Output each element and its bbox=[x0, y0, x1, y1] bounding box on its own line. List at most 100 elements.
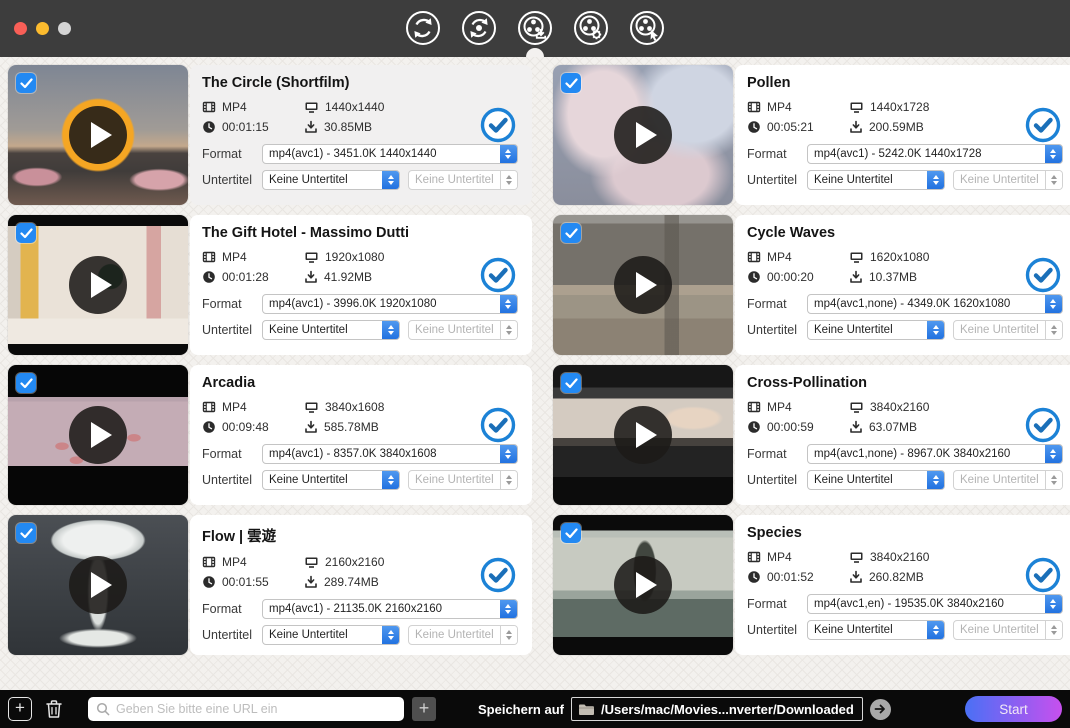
format-select[interactable]: mp4(avc1,none) - 8967.0K 3840x2160 bbox=[807, 444, 1063, 464]
subtitle-select[interactable]: Keine Untertitel bbox=[807, 320, 945, 340]
format-select[interactable]: mp4(avc1) - 21135.0K 2160x2160 bbox=[262, 599, 518, 619]
format-row: Format mp4(avc1) - 3451.0K 1440x1440 bbox=[202, 144, 518, 164]
video-thumbnail[interactable] bbox=[8, 215, 188, 355]
format-label: Format bbox=[202, 447, 262, 461]
subtitle-select[interactable]: Keine Untertitel bbox=[807, 170, 945, 190]
stepper-icon bbox=[927, 171, 944, 189]
format-select[interactable]: mp4(avc1) - 8357.0K 3840x1608 bbox=[262, 444, 518, 464]
selected-checkbox[interactable] bbox=[16, 373, 36, 393]
selected-checkbox[interactable] bbox=[16, 223, 36, 243]
play-button[interactable] bbox=[69, 406, 127, 464]
add-task-button[interactable]: + bbox=[8, 697, 32, 721]
download-size-icon bbox=[304, 120, 318, 134]
stepper-icon bbox=[500, 626, 517, 644]
video-thumbnail[interactable] bbox=[8, 65, 188, 205]
format-select[interactable]: mp4(avc1) - 3451.0K 1440x1440 bbox=[262, 144, 518, 164]
analyzed-badge[interactable] bbox=[480, 107, 516, 143]
open-folder-button[interactable] bbox=[870, 699, 891, 720]
selected-checkbox[interactable] bbox=[561, 523, 581, 543]
video-title: The Gift Hotel - Massimo Dutti bbox=[202, 225, 518, 241]
selected-checkbox[interactable] bbox=[16, 523, 36, 543]
subtitle-label: Untertitel bbox=[202, 473, 262, 487]
secondary-subtitle-select[interactable]: Keine Untertitel bbox=[408, 625, 518, 645]
secondary-subtitle-select[interactable]: Keine Untertitel bbox=[408, 170, 518, 190]
stepper-icon bbox=[382, 321, 399, 339]
url-input[interactable] bbox=[116, 702, 396, 716]
video-info-panel: Cycle Waves MP4 bbox=[735, 215, 1070, 355]
tab-convert[interactable] bbox=[403, 8, 443, 48]
video-thumbnail[interactable] bbox=[553, 65, 733, 205]
format-select[interactable]: mp4(avc1) - 5242.0K 1440x1728 bbox=[807, 144, 1063, 164]
start-button[interactable]: Start bbox=[965, 696, 1062, 722]
secondary-subtitle-select[interactable]: Keine Untertitel bbox=[408, 320, 518, 340]
tab-ripper[interactable] bbox=[459, 8, 499, 48]
toolbox-icon bbox=[572, 9, 610, 47]
selected-checkbox[interactable] bbox=[561, 73, 581, 93]
analyzed-badge[interactable] bbox=[1025, 407, 1061, 443]
stepper-icon bbox=[500, 600, 517, 618]
video-thumbnail[interactable] bbox=[553, 365, 733, 505]
save-to-label: Speichern auf bbox=[478, 702, 564, 717]
play-button[interactable] bbox=[69, 556, 127, 614]
secondary-subtitle-select[interactable]: Keine Untertitel bbox=[953, 320, 1063, 340]
play-button[interactable] bbox=[614, 256, 672, 314]
play-button[interactable] bbox=[614, 556, 672, 614]
video-info-panel: Flow | 雲遊 MP4 bbox=[190, 515, 532, 655]
format-select[interactable]: mp4(avc1,none) - 4349.0K 1620x1080 bbox=[807, 294, 1063, 314]
film-icon bbox=[747, 100, 761, 114]
video-filesize: 200.59MB bbox=[869, 120, 924, 134]
stepper-icon bbox=[1045, 321, 1062, 339]
output-path: /Users/mac/Movies...nverter/Downloaded bbox=[601, 702, 854, 717]
selected-checkbox[interactable] bbox=[16, 73, 36, 93]
subtitle-row: Untertitel Keine Untertitel Keine Untert… bbox=[202, 470, 518, 490]
convert-icon bbox=[404, 9, 442, 47]
tab-editor[interactable] bbox=[627, 8, 667, 48]
secondary-subtitle-select[interactable]: Keine Untertitel bbox=[953, 170, 1063, 190]
selected-checkbox[interactable] bbox=[561, 373, 581, 393]
play-button[interactable] bbox=[69, 106, 127, 164]
tab-downloader[interactable] bbox=[515, 8, 555, 48]
video-thumbnail[interactable] bbox=[8, 365, 188, 505]
subtitle-select[interactable]: Keine Untertitel bbox=[807, 470, 945, 490]
clock-icon bbox=[747, 570, 761, 584]
play-button[interactable] bbox=[614, 406, 672, 464]
film-icon bbox=[202, 250, 216, 264]
secondary-subtitle-select[interactable]: Keine Untertitel bbox=[953, 470, 1063, 490]
video-meta: MP4 00:00:59 bbox=[747, 400, 1063, 434]
secondary-subtitle-select[interactable]: Keine Untertitel bbox=[953, 620, 1063, 640]
play-icon bbox=[91, 122, 112, 148]
secondary-subtitle-select[interactable]: Keine Untertitel bbox=[408, 470, 518, 490]
output-folder-field[interactable]: /Users/mac/Movies...nverter/Downloaded bbox=[571, 697, 863, 721]
format-select[interactable]: mp4(avc1,en) - 19535.0K 3840x2160 bbox=[807, 594, 1063, 614]
container-format: MP4 bbox=[222, 555, 247, 569]
analyzed-badge[interactable] bbox=[480, 407, 516, 443]
add-url-button[interactable]: + bbox=[412, 697, 436, 721]
selected-checkbox[interactable] bbox=[561, 223, 581, 243]
stepper-icon bbox=[1045, 145, 1062, 163]
video-thumbnail[interactable] bbox=[553, 215, 733, 355]
subtitle-select[interactable]: Keine Untertitel bbox=[262, 320, 400, 340]
url-input-field[interactable] bbox=[88, 697, 404, 721]
analyzed-badge[interactable] bbox=[1025, 557, 1061, 593]
delete-task-button[interactable] bbox=[42, 697, 66, 721]
subtitle-select[interactable]: Keine Untertitel bbox=[262, 470, 400, 490]
video-thumbnail[interactable] bbox=[553, 515, 733, 655]
play-icon bbox=[636, 422, 657, 448]
format-select[interactable]: mp4(avc1) - 3996.0K 1920x1080 bbox=[262, 294, 518, 314]
analyzed-badge[interactable] bbox=[480, 557, 516, 593]
subtitle-label: Untertitel bbox=[202, 628, 262, 642]
bottom-action-bar: + + Speichern auf /Users/mac/Movies...nv… bbox=[0, 690, 1070, 728]
analyzed-badge[interactable] bbox=[1025, 257, 1061, 293]
analyzed-badge[interactable] bbox=[1025, 107, 1061, 143]
video-resolution: 3840x1608 bbox=[325, 400, 384, 414]
video-thumbnail[interactable] bbox=[8, 515, 188, 655]
play-button[interactable] bbox=[69, 256, 127, 314]
video-title: Pollen bbox=[747, 75, 1063, 91]
analyzed-badge[interactable] bbox=[480, 257, 516, 293]
subtitle-select[interactable]: Keine Untertitel bbox=[262, 170, 400, 190]
tab-toolbox[interactable] bbox=[571, 8, 611, 48]
subtitle-select[interactable]: Keine Untertitel bbox=[807, 620, 945, 640]
subtitle-select[interactable]: Keine Untertitel bbox=[262, 625, 400, 645]
video-resolution: 1620x1080 bbox=[870, 250, 929, 264]
play-button[interactable] bbox=[614, 106, 672, 164]
